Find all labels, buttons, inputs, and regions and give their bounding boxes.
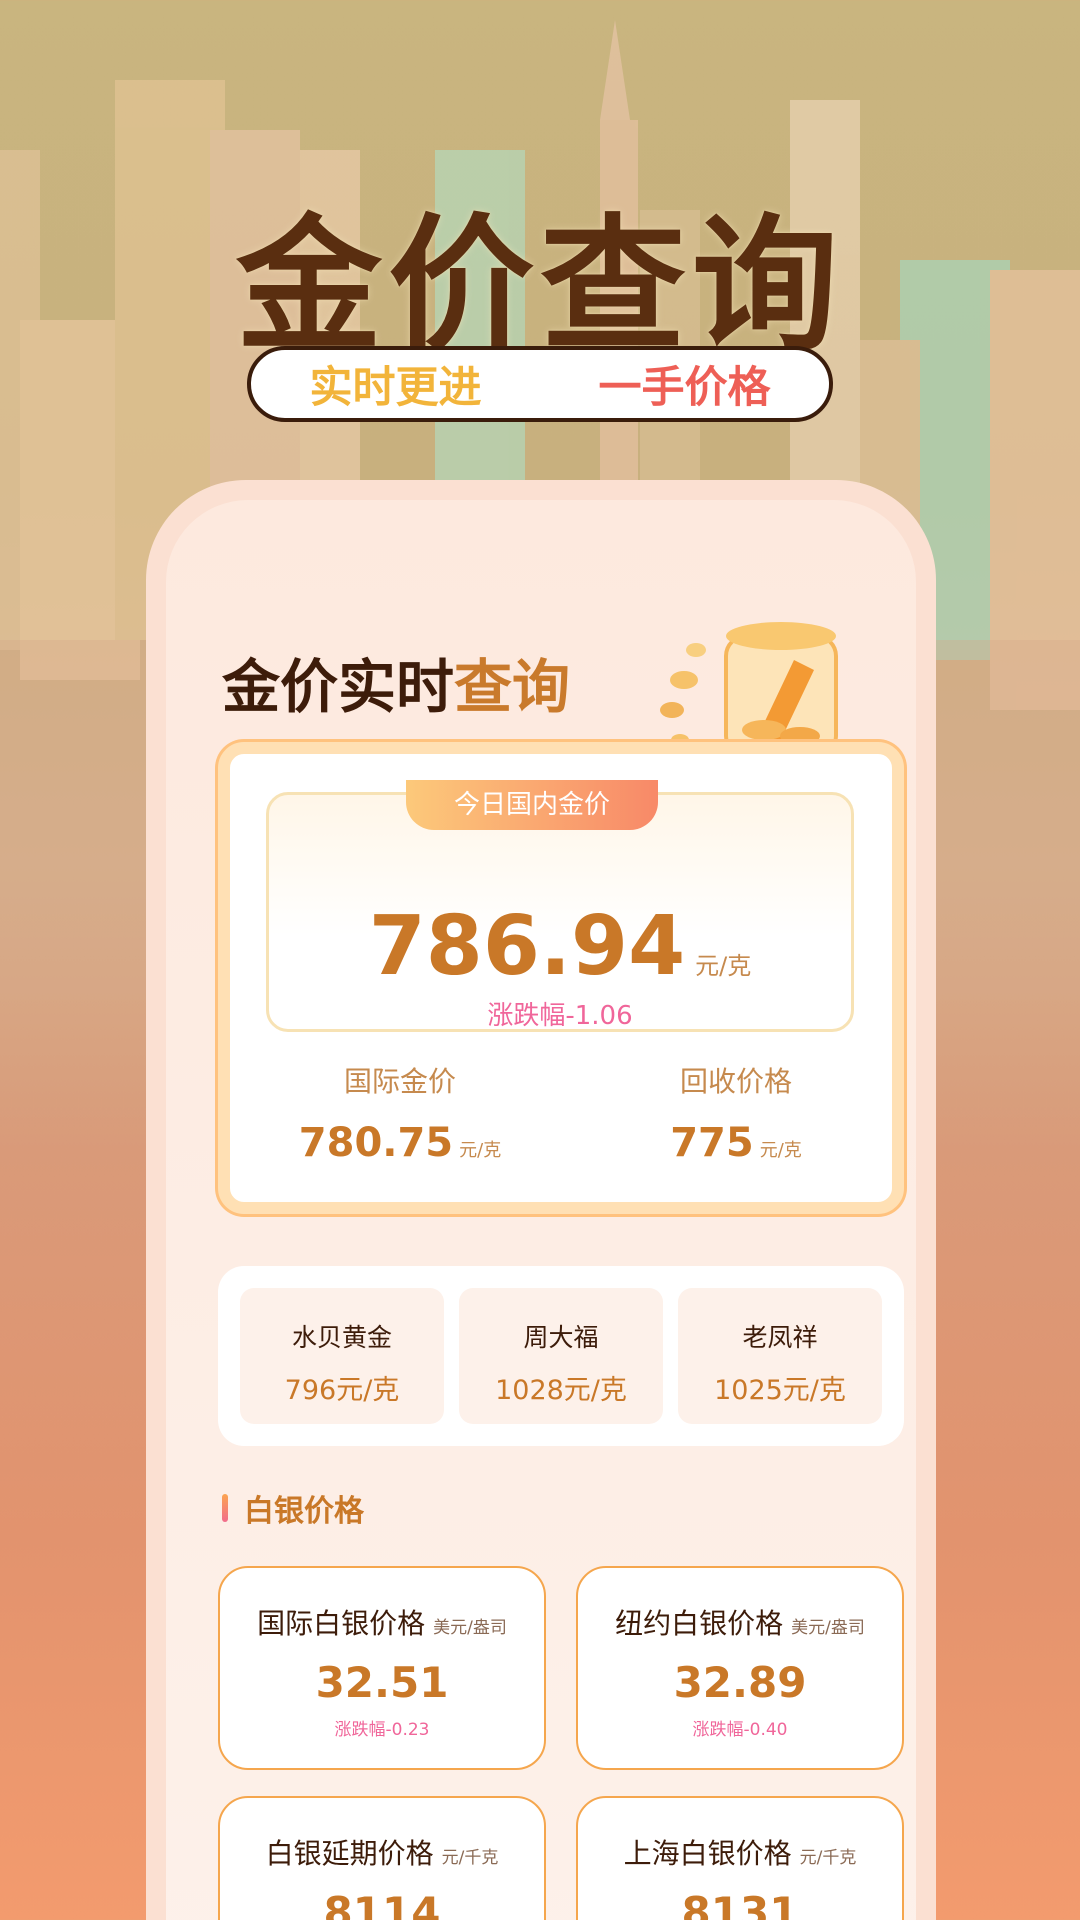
brand-price: 1025元/克 <box>714 1375 846 1406</box>
brand-item[interactable]: 水贝黄金 796元/克 <box>240 1288 444 1424</box>
slogan-right: 一手价格 <box>598 363 771 413</box>
international-gold-price: 780.75 元/克 <box>250 1120 550 1166</box>
international-gold-value: 780.75 <box>298 1120 454 1166</box>
silver-value: 32.51 <box>315 1658 449 1707</box>
brand-name: 周大福 <box>523 1323 599 1352</box>
silver-section-header: 白银价格 <box>222 1486 364 1530</box>
recycle-gold-unit: 元/克 <box>759 1140 802 1161</box>
recycle-gold-price: 775 元/克 <box>586 1120 886 1166</box>
silver-value: 8114 <box>323 1888 441 1920</box>
silver-unit: 美元/盎司 <box>791 1618 865 1638</box>
silver-name-row: 纽约白银价格 美元/盎司 <box>578 1602 902 1642</box>
brand-item[interactable]: 周大福 1028元/克 <box>459 1288 663 1424</box>
international-gold-label: 国际金价 <box>343 1065 456 1098</box>
silver-value: 8131 <box>681 1888 799 1920</box>
recycle-gold: 回收价格 775 元/克 <box>586 1060 886 1166</box>
phone-screen: 金价实时查询 786.94 元/克 涨跌幅-1.06 今日国内金价 国际金价 7… <box>166 500 916 1920</box>
silver-unit: 美元/盎司 <box>433 1618 507 1638</box>
silver-card[interactable]: 纽约白银价格 美元/盎司 32.89 涨跌幅-0.40 <box>576 1566 904 1770</box>
silver-name: 纽约白银价格 <box>615 1607 784 1640</box>
silver-unit: 元/千克 <box>441 1848 499 1868</box>
slogan-left: 实时更进 <box>309 363 482 413</box>
silver-change: 涨跌幅-0.23 <box>334 1720 430 1740</box>
gold-price-card: 786.94 元/克 涨跌幅-1.06 今日国内金价 国际金价 780.75 元/克… <box>218 742 904 1214</box>
brand-price-card: 水贝黄金 796元/克 周大福 1028元/克 老凤祥 1025元/克 <box>218 1266 904 1446</box>
recycle-gold-label: 回收价格 <box>679 1065 792 1098</box>
international-gold-unit: 元/克 <box>459 1140 502 1161</box>
silver-name-row: 白银延期价格 元/千克 <box>220 1832 544 1872</box>
panel-title-main: 金价实时 <box>222 653 455 721</box>
domestic-gold-price: 786.94 元/克 <box>269 899 851 994</box>
panel-title-highlight: 查询 <box>454 653 571 721</box>
silver-name: 国际白银价格 <box>257 1607 426 1640</box>
recycle-gold-value: 775 <box>670 1120 754 1166</box>
international-gold: 国际金价 780.75 元/克 <box>250 1060 550 1166</box>
phone-frame: 金价实时查询 786.94 元/克 涨跌幅-1.06 今日国内金价 国际金价 7… <box>146 480 936 1920</box>
silver-card[interactable]: 国际白银价格 美元/盎司 32.51 涨跌幅-0.23 <box>218 1566 546 1770</box>
silver-name-row: 上海白银价格 元/千克 <box>578 1832 902 1872</box>
silver-name: 上海白银价格 <box>623 1837 792 1870</box>
domestic-gold-change: 涨跌幅-1.06 <box>487 1001 633 1031</box>
silver-card[interactable]: 上海白银价格 元/千克 8131 <box>576 1796 904 1920</box>
silver-name-row: 国际白银价格 美元/盎司 <box>220 1602 544 1642</box>
brand-name: 水贝黄金 <box>291 1323 392 1352</box>
silver-unit: 元/千克 <box>799 1848 857 1868</box>
brand-price: 796元/克 <box>284 1375 400 1406</box>
brand-price: 1028元/克 <box>495 1375 627 1406</box>
section-marker <box>222 1494 228 1522</box>
domestic-gold-value: 786.94 <box>368 899 686 994</box>
brand-name: 老凤祥 <box>742 1323 818 1352</box>
silver-value: 32.89 <box>673 1658 807 1707</box>
domestic-gold-unit: 元/克 <box>695 952 752 980</box>
silver-name: 白银延期价格 <box>265 1837 434 1870</box>
silver-card[interactable]: 白银延期价格 元/千克 8114 <box>218 1796 546 1920</box>
silver-change: 涨跌幅-0.40 <box>692 1720 788 1740</box>
slogan-banner: 实时更进 一手价格 <box>247 346 833 422</box>
silver-section-title: 白银价格 <box>244 1494 364 1529</box>
panel-title: 金价实时查询 <box>222 640 570 724</box>
domestic-gold-tag: 今日国内金价 <box>406 780 658 830</box>
brand-item[interactable]: 老凤祥 1025元/克 <box>678 1288 882 1424</box>
